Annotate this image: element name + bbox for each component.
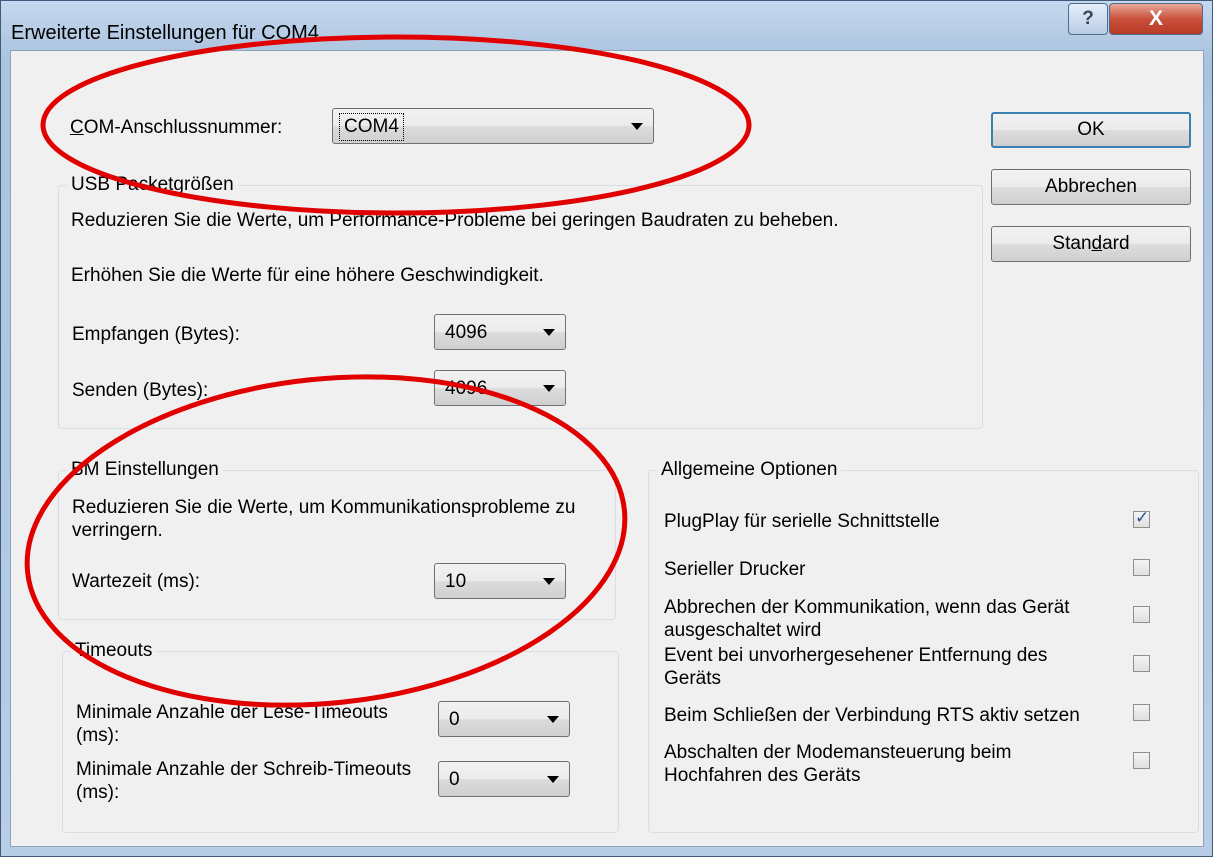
send-size-select[interactable]: 4096: [434, 370, 566, 406]
send-size-value: 4096: [445, 378, 488, 399]
plugplay-checkbox[interactable]: ✓: [1133, 508, 1150, 528]
dialog-window: Erweiterte Einstellungen für COM4 ? X CO…: [0, 0, 1213, 857]
usb-description: Reduzieren Sie die Werte, um Performance…: [71, 210, 839, 231]
standard-button[interactable]: Standard: [991, 226, 1191, 262]
general-options-title: Allgemeine Optionen: [657, 459, 842, 481]
timeouts-group-title: Timeouts: [71, 640, 157, 662]
receive-label: Empfangen (Bytes):: [72, 324, 240, 345]
com-port-value: COM4: [339, 113, 404, 141]
write-timeout-label: Minimale Anzahle der Schreib-Timeouts (m…: [76, 759, 412, 803]
chevron-down-icon: [543, 385, 555, 392]
help-icon: ?: [1082, 8, 1094, 29]
latency-value: 10: [445, 571, 467, 592]
bm-description: Reduzieren Sie die Werte, um Kommunikati…: [72, 497, 576, 541]
chevron-down-icon: [631, 123, 643, 130]
chevron-down-icon: [543, 578, 555, 585]
option-label-rts-on-close: Beim Schließen der Verbindung RTS aktiv …: [664, 705, 1080, 726]
close-icon: X: [1148, 7, 1163, 30]
read-timeout-value: 0: [449, 709, 460, 730]
ok-button[interactable]: OK: [991, 112, 1191, 148]
bm-group-title: BM Einstellungen: [67, 459, 223, 481]
receive-size-value: 4096: [445, 322, 488, 343]
serial-printer-checkbox[interactable]: [1133, 559, 1150, 576]
write-timeout-select[interactable]: 0: [438, 761, 570, 797]
surprise-removal-checkbox[interactable]: [1133, 655, 1150, 672]
cancel-on-power-off-checkbox[interactable]: [1133, 606, 1150, 623]
com-port-label: COM-Anschlussnummer:: [70, 117, 283, 138]
read-timeout-select[interactable]: 0: [438, 701, 570, 737]
help-button[interactable]: ?: [1068, 3, 1108, 35]
option-label-serial-printer: Serieller Drucker: [664, 559, 806, 580]
close-button[interactable]: X: [1109, 3, 1203, 35]
chevron-down-icon: [547, 716, 559, 723]
window-title: Erweiterte Einstellungen für COM4: [11, 22, 319, 44]
latency-select[interactable]: 10: [434, 563, 566, 599]
usb-group-title: USB Packetgrößen: [67, 174, 238, 196]
option-label-plugplay: PlugPlay für serielle Schnittstelle: [664, 511, 940, 532]
checkmark-icon: ✓: [1135, 508, 1150, 527]
write-timeout-value: 0: [449, 769, 460, 790]
usb-description-2: Erhöhen Sie die Werte für eine höhere Ge…: [71, 265, 544, 286]
cancel-button[interactable]: Abbrechen: [991, 169, 1191, 205]
send-label: Senden (Bytes):: [72, 380, 209, 401]
com-port-select[interactable]: COM4: [332, 108, 654, 144]
chevron-down-icon: [547, 776, 559, 783]
option-label-cancel-on-power-off: Abbrechen der Kommunikation, wenn das Ge…: [664, 597, 1070, 641]
option-label-disable-modem-ctrl: Abschalten der Modemansteuerung beim Hoc…: [664, 742, 1012, 786]
receive-size-select[interactable]: 4096: [434, 314, 566, 350]
option-label-surprise-removal: Event bei unvorhergesehener Entfernung d…: [664, 645, 1048, 689]
dialog-body: COM-Anschlussnummer: COM4 OK Abbrechen S…: [10, 50, 1204, 847]
latency-label: Wartezeit (ms):: [72, 571, 201, 592]
disable-modem-ctrl-checkbox[interactable]: [1133, 752, 1150, 769]
chevron-down-icon: [543, 329, 555, 336]
read-timeout-label: Minimale Anzahle der Lese-Timeouts (ms):: [76, 702, 388, 746]
rts-on-close-checkbox[interactable]: [1133, 704, 1150, 721]
